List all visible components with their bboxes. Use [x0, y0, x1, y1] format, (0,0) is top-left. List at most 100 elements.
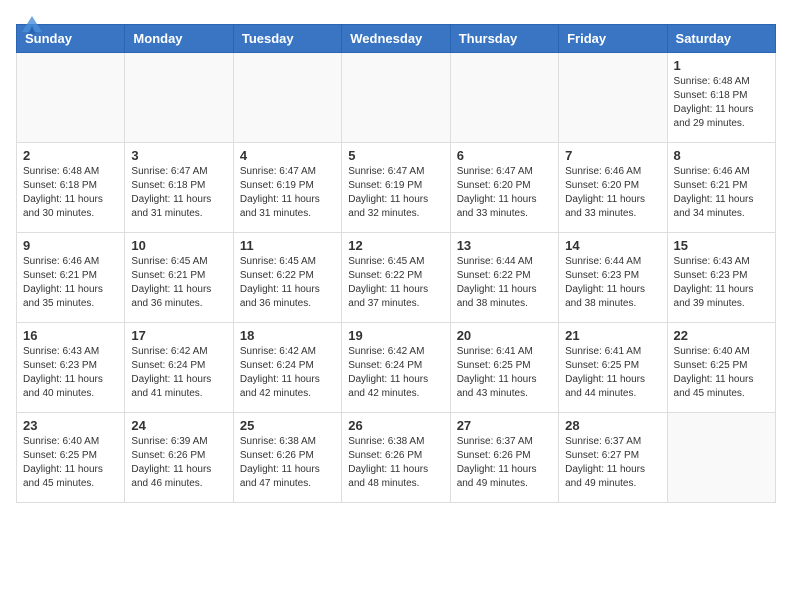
day-info: Sunrise: 6:42 AM Sunset: 6:24 PM Dayligh…	[240, 345, 335, 401]
day-info: Sunrise: 6:47 AM Sunset: 6:18 PM Dayligh…	[131, 165, 226, 221]
calendar-day-cell	[342, 53, 450, 143]
day-info: Sunrise: 6:38 AM Sunset: 6:26 PM Dayligh…	[348, 435, 443, 491]
day-number: 13	[457, 238, 552, 253]
calendar-day-cell: 12 Sunrise: 6:45 AM Sunset: 6:22 PM Dayli…	[342, 233, 450, 323]
day-number: 9	[23, 238, 118, 253]
day-number: 20	[457, 328, 552, 343]
calendar-day-cell: 21 Sunrise: 6:41 AM Sunset: 6:25 PM Dayli…	[559, 323, 667, 413]
day-number: 12	[348, 238, 443, 253]
logo-icon	[18, 12, 46, 40]
weekday-header: Monday	[125, 25, 233, 53]
calendar-day-cell: 2 Sunrise: 6:48 AM Sunset: 6:18 PM Daylig…	[17, 143, 125, 233]
calendar-table: SundayMondayTuesdayWednesdayThursdayFrid…	[16, 24, 776, 503]
calendar-day-cell: 11 Sunrise: 6:45 AM Sunset: 6:22 PM Dayli…	[233, 233, 341, 323]
calendar-day-cell	[559, 53, 667, 143]
calendar-day-cell: 3 Sunrise: 6:47 AM Sunset: 6:18 PM Daylig…	[125, 143, 233, 233]
day-number: 1	[674, 58, 769, 73]
day-number: 18	[240, 328, 335, 343]
calendar-day-cell: 28Sunrise: 6:37 AM Sunset: 6:27 PM Dayli…	[559, 413, 667, 503]
calendar-day-cell	[667, 413, 775, 503]
calendar-day-cell: 27 Sunrise: 6:37 AM Sunset: 6:26 PM Dayli…	[450, 413, 558, 503]
day-number: 26	[348, 418, 443, 433]
calendar-week-row: 1 Sunrise: 6:48 AM Sunset: 6:18 PM Daylig…	[17, 53, 776, 143]
day-number: 27	[457, 418, 552, 433]
day-info: Sunrise: 6:42 AM Sunset: 6:24 PM Dayligh…	[131, 345, 226, 401]
day-info: Sunrise: 6:43 AM Sunset: 6:23 PM Dayligh…	[674, 255, 769, 311]
day-info: Sunrise: 6:41 AM Sunset: 6:25 PM Dayligh…	[457, 345, 552, 401]
weekday-header: Wednesday	[342, 25, 450, 53]
calendar-day-cell: 19 Sunrise: 6:42 AM Sunset: 6:24 PM Dayli…	[342, 323, 450, 413]
day-info: Sunrise: 6:44 AM Sunset: 6:23 PM Dayligh…	[565, 255, 660, 311]
day-number: 15	[674, 238, 769, 253]
day-info: Sunrise: 6:40 AM Sunset: 6:25 PM Dayligh…	[674, 345, 769, 401]
day-number: 7	[565, 148, 660, 163]
calendar-week-row: 16 Sunrise: 6:43 AM Sunset: 6:23 PM Dayli…	[17, 323, 776, 413]
calendar-day-cell: 18 Sunrise: 6:42 AM Sunset: 6:24 PM Dayli…	[233, 323, 341, 413]
calendar-day-cell: 7 Sunrise: 6:46 AM Sunset: 6:20 PM Daylig…	[559, 143, 667, 233]
calendar-day-cell: 5Sunrise: 6:47 AM Sunset: 6:19 PM Daylig…	[342, 143, 450, 233]
calendar-day-cell: 25 Sunrise: 6:38 AM Sunset: 6:26 PM Dayli…	[233, 413, 341, 503]
calendar-day-cell: 20 Sunrise: 6:41 AM Sunset: 6:25 PM Dayli…	[450, 323, 558, 413]
calendar-week-row: 9 Sunrise: 6:46 AM Sunset: 6:21 PM Daylig…	[17, 233, 776, 323]
day-number: 23	[23, 418, 118, 433]
day-number: 25	[240, 418, 335, 433]
day-info: Sunrise: 6:44 AM Sunset: 6:22 PM Dayligh…	[457, 255, 552, 311]
day-info: Sunrise: 6:46 AM Sunset: 6:20 PM Dayligh…	[565, 165, 660, 221]
calendar-day-cell: 8 Sunrise: 6:46 AM Sunset: 6:21 PM Daylig…	[667, 143, 775, 233]
day-number: 17	[131, 328, 226, 343]
day-number: 3	[131, 148, 226, 163]
weekday-header: Friday	[559, 25, 667, 53]
day-info: Sunrise: 6:45 AM Sunset: 6:22 PM Dayligh…	[240, 255, 335, 311]
calendar-day-cell	[233, 53, 341, 143]
day-info: Sunrise: 6:42 AM Sunset: 6:24 PM Dayligh…	[348, 345, 443, 401]
day-number: 21	[565, 328, 660, 343]
day-info: Sunrise: 6:40 AM Sunset: 6:25 PM Dayligh…	[23, 435, 118, 491]
day-info: Sunrise: 6:41 AM Sunset: 6:25 PM Dayligh…	[565, 345, 660, 401]
calendar-day-cell: 10 Sunrise: 6:45 AM Sunset: 6:21 PM Dayli…	[125, 233, 233, 323]
day-number: 10	[131, 238, 226, 253]
day-number: 19	[348, 328, 443, 343]
calendar-day-cell: 9 Sunrise: 6:46 AM Sunset: 6:21 PM Daylig…	[17, 233, 125, 323]
day-info: Sunrise: 6:37 AM Sunset: 6:26 PM Dayligh…	[457, 435, 552, 491]
calendar-day-cell	[125, 53, 233, 143]
day-number: 14	[565, 238, 660, 253]
day-number: 5	[348, 148, 443, 163]
calendar-day-cell	[450, 53, 558, 143]
day-number: 22	[674, 328, 769, 343]
day-number: 2	[23, 148, 118, 163]
day-number: 4	[240, 148, 335, 163]
day-info: Sunrise: 6:38 AM Sunset: 6:26 PM Dayligh…	[240, 435, 335, 491]
day-info: Sunrise: 6:46 AM Sunset: 6:21 PM Dayligh…	[674, 165, 769, 221]
calendar-day-cell: 1 Sunrise: 6:48 AM Sunset: 6:18 PM Daylig…	[667, 53, 775, 143]
calendar-day-cell	[17, 53, 125, 143]
calendar-week-row: 23 Sunrise: 6:40 AM Sunset: 6:25 PM Dayli…	[17, 413, 776, 503]
day-number: 24	[131, 418, 226, 433]
calendar-day-cell: 6Sunrise: 6:47 AM Sunset: 6:20 PM Daylig…	[450, 143, 558, 233]
calendar-day-cell: 26 Sunrise: 6:38 AM Sunset: 6:26 PM Dayli…	[342, 413, 450, 503]
calendar-day-cell: 13 Sunrise: 6:44 AM Sunset: 6:22 PM Dayli…	[450, 233, 558, 323]
calendar-day-cell: 24 Sunrise: 6:39 AM Sunset: 6:26 PM Dayli…	[125, 413, 233, 503]
calendar-week-row: 2 Sunrise: 6:48 AM Sunset: 6:18 PM Daylig…	[17, 143, 776, 233]
day-number: 6	[457, 148, 552, 163]
day-info: Sunrise: 6:48 AM Sunset: 6:18 PM Dayligh…	[674, 75, 769, 131]
day-info: Sunrise: 6:46 AM Sunset: 6:21 PM Dayligh…	[23, 255, 118, 311]
calendar-day-cell: 14 Sunrise: 6:44 AM Sunset: 6:23 PM Dayli…	[559, 233, 667, 323]
weekday-header: Tuesday	[233, 25, 341, 53]
calendar-day-cell: 16 Sunrise: 6:43 AM Sunset: 6:23 PM Dayli…	[17, 323, 125, 413]
calendar-day-cell: 17 Sunrise: 6:42 AM Sunset: 6:24 PM Dayli…	[125, 323, 233, 413]
day-number: 8	[674, 148, 769, 163]
day-number: 11	[240, 238, 335, 253]
day-info: Sunrise: 6:39 AM Sunset: 6:26 PM Dayligh…	[131, 435, 226, 491]
day-number: 28	[565, 418, 660, 433]
day-info: Sunrise: 6:45 AM Sunset: 6:21 PM Dayligh…	[131, 255, 226, 311]
calendar-day-cell: 23 Sunrise: 6:40 AM Sunset: 6:25 PM Dayli…	[17, 413, 125, 503]
calendar-day-cell: 15 Sunrise: 6:43 AM Sunset: 6:23 PM Dayli…	[667, 233, 775, 323]
calendar-day-cell: 22 Sunrise: 6:40 AM Sunset: 6:25 PM Dayli…	[667, 323, 775, 413]
day-info: Sunrise: 6:45 AM Sunset: 6:22 PM Dayligh…	[348, 255, 443, 311]
weekday-header: Thursday	[450, 25, 558, 53]
day-info: Sunrise: 6:43 AM Sunset: 6:23 PM Dayligh…	[23, 345, 118, 401]
day-number: 16	[23, 328, 118, 343]
day-info: Sunrise: 6:47 AM Sunset: 6:19 PM Dayligh…	[240, 165, 335, 221]
day-info: Sunrise: 6:48 AM Sunset: 6:18 PM Dayligh…	[23, 165, 118, 221]
calendar-day-cell: 4 Sunrise: 6:47 AM Sunset: 6:19 PM Daylig…	[233, 143, 341, 233]
